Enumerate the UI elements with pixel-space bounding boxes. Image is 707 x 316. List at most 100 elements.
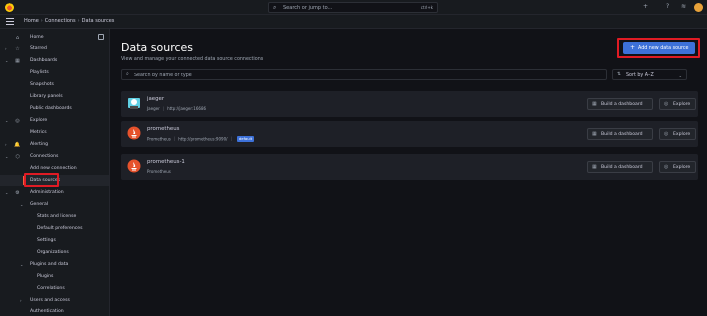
sidebar-item-administration[interactable]: ⌄ ⚙ Administration: [0, 187, 109, 198]
chevron-right-icon[interactable]: ›: [5, 46, 7, 51]
chevron-down-icon[interactable]: ⌄: [5, 154, 8, 159]
search-icon: ⌕: [126, 71, 129, 77]
sidebar-item-correlations[interactable]: Correlations: [0, 283, 109, 294]
sidebar-item-library-panels[interactable]: Library panels: [0, 91, 109, 102]
sidebar-item-default-preferences[interactable]: Default preferences: [0, 223, 109, 234]
datasource-meta: Jaeger | http://jaeger:16686: [147, 106, 206, 111]
explore-button[interactable]: ◎ Explore: [659, 98, 696, 110]
search-icon: ⌕: [273, 4, 277, 11]
sidebar-item-plugins[interactable]: Plugins: [0, 271, 109, 282]
chevron-down-icon[interactable]: ⌄: [5, 58, 8, 63]
chevron-down-icon[interactable]: ⌄: [20, 262, 23, 267]
sidebar-item-general[interactable]: ⌄ General: [0, 199, 109, 210]
chevron-right-icon[interactable]: ›: [5, 142, 7, 147]
sidebar-item-stats-and-license[interactable]: Stats and license: [0, 211, 109, 222]
compass-icon: ◎: [664, 101, 669, 107]
sidebar-item-label: Library panels: [30, 94, 63, 99]
sidebar-item-settings[interactable]: Settings: [0, 235, 109, 246]
datasource-meta: Prometheus | http://prometheus:9090/| defau…: [147, 135, 255, 142]
sort-label: Sort by A–Z: [626, 72, 654, 78]
jaeger-logo-icon: [128, 98, 140, 109]
sidebar-item-label: Organizations: [37, 250, 69, 255]
build-dashboard-button[interactable]: ▦ Build a dashboard: [587, 98, 653, 110]
datasource-type: Prometheus: [147, 168, 171, 174]
sidebar-item-authentication[interactable]: Authentication: [0, 306, 109, 316]
build-dashboard-button[interactable]: ▦ Build a dashboard: [587, 161, 653, 173]
prometheus-logo-icon: [127, 159, 141, 173]
sidebar-item-home[interactable]: ⌂ Home: [0, 32, 109, 43]
sidebar-item-metrics[interactable]: Metrics: [0, 127, 109, 138]
sidebar-item-label: Plugins: [37, 274, 54, 279]
datasource-name[interactable]: prometheus: [147, 126, 179, 132]
global-search-placeholder: Search or jump to...: [283, 4, 333, 11]
explore-button[interactable]: ◎ Explore: [659, 161, 696, 173]
page-title: Data sources: [121, 41, 194, 54]
gear-icon: ⚙: [15, 189, 20, 196]
sidebar-item-label: Add new connection: [30, 166, 77, 171]
explore-label: Explore: [673, 102, 691, 107]
datasource-name[interactable]: prometheus-1: [147, 159, 185, 165]
sidebar-item-label: Connections: [30, 154, 59, 159]
sidebar-item-label: Default preferences: [37, 226, 83, 231]
explore-label: Explore: [673, 165, 691, 170]
sidebar: ⌂ Home › ☆ Starred ⌄ ▦ Dashboards Playli…: [0, 29, 110, 316]
search-shortcut: ctrl+k: [420, 5, 433, 10]
sort-select[interactable]: ⇅ Sort by A–Z ⌄: [612, 69, 687, 80]
breadcrumb-separator: ›: [40, 18, 43, 24]
news-icon[interactable]: ≋: [681, 3, 686, 10]
datasource-url: http://prometheus:9090/: [178, 136, 228, 141]
dashboard-icon: ▦: [592, 101, 597, 107]
breadcrumb-data-sources: Data sources: [81, 18, 115, 24]
dashboard-icon: ▦: [592, 164, 597, 170]
dashboards-icon: ▦: [15, 57, 20, 64]
sidebar-item-dashboards[interactable]: ⌄ ▦ Dashboards: [0, 55, 109, 66]
datasource-card-prometheus-1[interactable]: prometheus-1 Prometheus ▦ Build a dashbo…: [121, 154, 698, 180]
connections-icon: ⬡: [15, 153, 20, 160]
explore-button[interactable]: ◎ Explore: [659, 128, 696, 140]
sidebar-item-users-and-access[interactable]: › Users and access: [0, 295, 109, 306]
compass-icon: ◎: [664, 164, 669, 170]
star-icon: ☆: [15, 45, 20, 52]
sidebar-item-label: Settings: [37, 238, 56, 243]
sidebar-item-public-dashboards[interactable]: Public dashboards: [0, 103, 109, 114]
sort-icon: ⇅: [617, 71, 621, 77]
datasource-card-jaeger[interactable]: jaeger Jaeger | http://jaeger:16686 ▦ Buil…: [121, 91, 698, 117]
default-badge: default: [236, 135, 255, 142]
breadcrumb-connections[interactable]: Connections: [45, 18, 76, 24]
chevron-down-icon[interactable]: ⌄: [5, 118, 8, 123]
help-icon[interactable]: ?: [666, 3, 669, 10]
sidebar-item-organizations[interactable]: Organizations: [0, 247, 109, 258]
sidebar-item-snapshots[interactable]: Snapshots: [0, 79, 109, 90]
grafana-logo-icon[interactable]: [5, 3, 14, 12]
sidebar-item-label: Playlists: [30, 70, 49, 75]
bell-icon: 🔔: [14, 141, 21, 148]
datasource-card-prometheus[interactable]: prometheus Prometheus | http://prometheus:…: [121, 121, 698, 147]
breadcrumb-home[interactable]: Home: [24, 18, 39, 24]
chevron-down-icon[interactable]: ⌄: [5, 190, 8, 195]
sidebar-item-label: Correlations: [37, 286, 65, 291]
sidebar-item-label: Plugins and data: [30, 262, 69, 267]
sidebar-item-label: Metrics: [30, 130, 47, 135]
datasource-search[interactable]: ⌕: [121, 69, 607, 80]
sidebar-item-starred[interactable]: › ☆ Starred: [0, 43, 109, 54]
chevron-down-icon[interactable]: ⌄: [20, 202, 23, 207]
build-dashboard-button[interactable]: ▦ Build a dashboard: [587, 128, 653, 140]
datasource-name[interactable]: jaeger: [147, 96, 164, 102]
build-dashboard-label: Build a dashboard: [601, 102, 643, 107]
breadcrumb-bar: Home › Connections › Data sources: [0, 15, 707, 29]
sidebar-item-label: Public dashboards: [30, 106, 72, 111]
home-icon: ⌂: [15, 34, 20, 41]
sidebar-item-alerting[interactable]: › 🔔 Alerting: [0, 139, 109, 150]
sidebar-item-connections[interactable]: ⌄ ⬡ Connections: [0, 151, 109, 162]
sidebar-item-playlists[interactable]: Playlists: [0, 67, 109, 78]
datasource-search-input[interactable]: [134, 71, 534, 79]
meta-separator: |: [162, 105, 165, 111]
sidebar-item-plugins-and-data[interactable]: ⌄ Plugins and data: [0, 259, 109, 270]
sidebar-item-label: Snapshots: [30, 82, 54, 87]
sidebar-item-explore[interactable]: ⌄ ◎ Explore: [0, 115, 109, 126]
chevron-right-icon[interactable]: ›: [20, 298, 22, 303]
menu-icon[interactable]: [6, 18, 14, 25]
plus-icon[interactable]: +: [643, 3, 648, 10]
global-search[interactable]: ⌕ Search or jump to... ctrl+k: [268, 2, 438, 13]
user-avatar[interactable]: [694, 3, 703, 12]
